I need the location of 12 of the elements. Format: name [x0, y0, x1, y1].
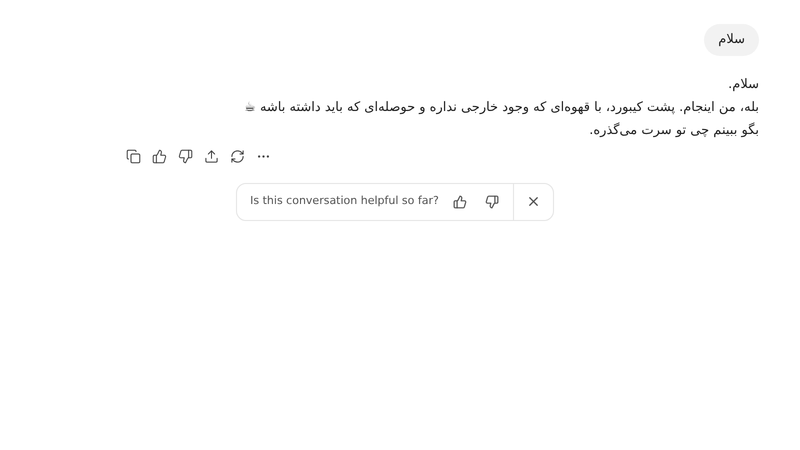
- thumbs-down-icon[interactable]: [177, 148, 193, 164]
- share-icon[interactable]: [203, 148, 219, 164]
- thumbs-up-icon[interactable]: [151, 148, 167, 164]
- message-text: بله، من اینجام. پشت کیبورد، با قهوه‌ای که وجود خارجی نداره و حوصله‌ای که باید داشته باشه ☕: [243, 98, 759, 116]
- refresh-icon[interactable]: [229, 148, 245, 164]
- feedback-question: Is this conversation helpful so far?: [250, 193, 439, 210]
- thumbs-up-icon[interactable]: [452, 194, 467, 208]
- message-text: بگو ببینم چی تو سرت می‌گذره.: [588, 122, 759, 138]
- copy-icon[interactable]: [125, 148, 141, 164]
- thumbs-down-icon[interactable]: [484, 194, 499, 208]
- user-message-bubble: سلام: [704, 24, 759, 56]
- message-text: سلام.: [727, 76, 759, 92]
